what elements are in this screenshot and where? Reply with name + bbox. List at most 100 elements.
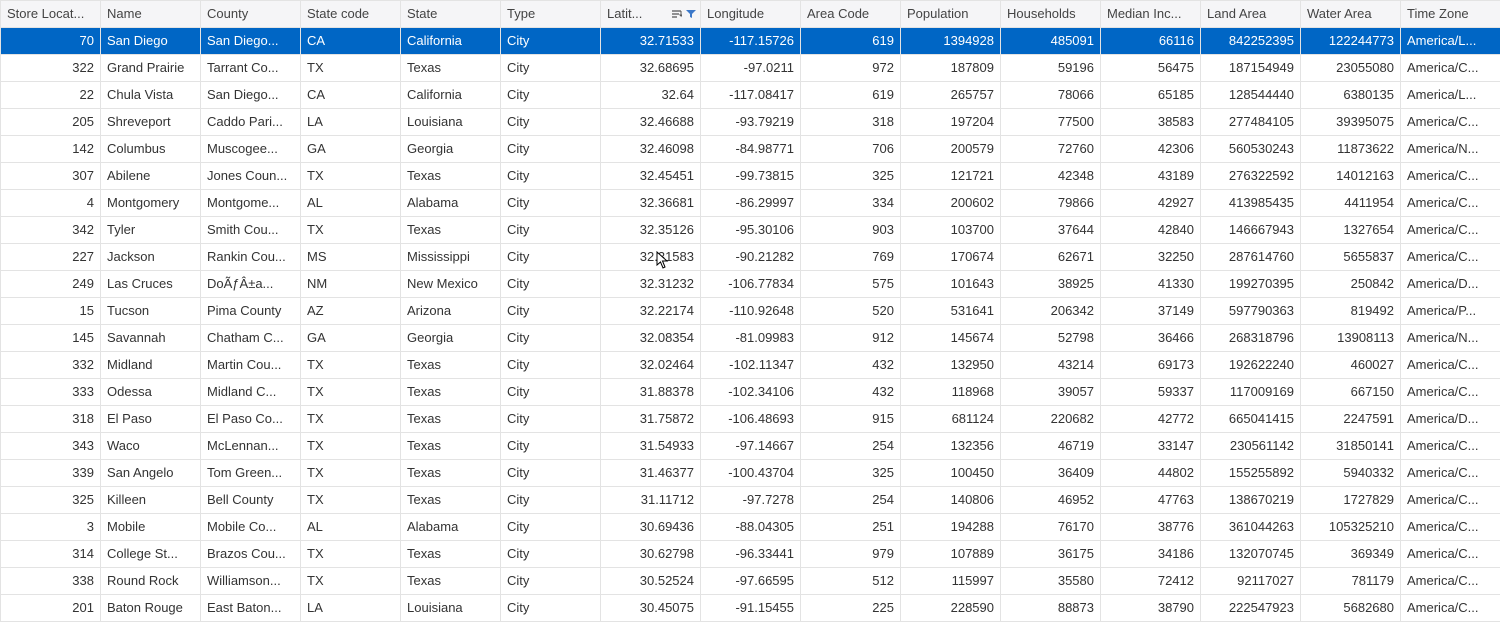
- cell-stcode[interactable]: TX: [301, 163, 401, 190]
- cell-lat[interactable]: 31.11712: [601, 487, 701, 514]
- cell-hh[interactable]: 36175: [1001, 541, 1101, 568]
- cell-lon[interactable]: -97.0211: [701, 55, 801, 82]
- cell-lat[interactable]: 31.54933: [601, 433, 701, 460]
- table-row[interactable]: 227JacksonRankin Cou...MSMississippiCity…: [1, 244, 1500, 271]
- cell-type[interactable]: City: [501, 433, 601, 460]
- table-row[interactable]: 339San AngeloTom Green...TXTexasCity31.4…: [1, 460, 1500, 487]
- cell-lat[interactable]: 32.68695: [601, 55, 701, 82]
- cell-water[interactable]: 6380135: [1301, 82, 1401, 109]
- cell-water[interactable]: 122244773: [1301, 28, 1401, 55]
- cell-stcode[interactable]: TX: [301, 379, 401, 406]
- cell-tz[interactable]: America/N...: [1401, 325, 1500, 352]
- cell-store[interactable]: 314: [1, 541, 101, 568]
- cell-water[interactable]: 23055080: [1301, 55, 1401, 82]
- cell-inc[interactable]: 42306: [1101, 136, 1201, 163]
- cell-land[interactable]: 597790363: [1201, 298, 1301, 325]
- cell-county[interactable]: Martin Cou...: [201, 352, 301, 379]
- cell-type[interactable]: City: [501, 595, 601, 622]
- cell-water[interactable]: 819492: [1301, 298, 1401, 325]
- cell-lon[interactable]: -86.29997: [701, 190, 801, 217]
- table-row[interactable]: 3MobileMobile Co...ALAlabamaCity30.69436…: [1, 514, 1500, 541]
- cell-county[interactable]: Brazos Cou...: [201, 541, 301, 568]
- table-row[interactable]: 307AbileneJones Coun...TXTexasCity32.454…: [1, 163, 1500, 190]
- cell-store[interactable]: 249: [1, 271, 101, 298]
- cell-stcode[interactable]: AL: [301, 514, 401, 541]
- cell-land[interactable]: 361044263: [1201, 514, 1301, 541]
- cell-hh[interactable]: 59196: [1001, 55, 1101, 82]
- cell-state[interactable]: Texas: [401, 568, 501, 595]
- cell-inc[interactable]: 42840: [1101, 217, 1201, 244]
- cell-stcode[interactable]: TX: [301, 433, 401, 460]
- cell-type[interactable]: City: [501, 109, 601, 136]
- cell-tz[interactable]: America/N...: [1401, 136, 1500, 163]
- cell-type[interactable]: City: [501, 190, 601, 217]
- cell-pop[interactable]: 121721: [901, 163, 1001, 190]
- column-header-state[interactable]: State: [401, 1, 501, 28]
- cell-type[interactable]: City: [501, 352, 601, 379]
- cell-lat[interactable]: 32.71533: [601, 28, 701, 55]
- cell-hh[interactable]: 485091: [1001, 28, 1101, 55]
- cell-lon[interactable]: -106.77834: [701, 271, 801, 298]
- cell-inc[interactable]: 59337: [1101, 379, 1201, 406]
- cell-tz[interactable]: America/L...: [1401, 82, 1500, 109]
- column-header-inc[interactable]: Median Inc...: [1101, 1, 1201, 28]
- cell-store[interactable]: 145: [1, 325, 101, 352]
- cell-store[interactable]: 333: [1, 379, 101, 406]
- cell-lon[interactable]: -90.21282: [701, 244, 801, 271]
- cell-stcode[interactable]: TX: [301, 460, 401, 487]
- cell-state[interactable]: Texas: [401, 487, 501, 514]
- cell-land[interactable]: 277484105: [1201, 109, 1301, 136]
- cell-pop[interactable]: 187809: [901, 55, 1001, 82]
- cell-name[interactable]: Mobile: [101, 514, 201, 541]
- cell-county[interactable]: Bell County: [201, 487, 301, 514]
- cell-water[interactable]: 5682680: [1301, 595, 1401, 622]
- cell-area[interactable]: 972: [801, 55, 901, 82]
- cell-stcode[interactable]: NM: [301, 271, 401, 298]
- cell-inc[interactable]: 38790: [1101, 595, 1201, 622]
- cell-lon[interactable]: -117.08417: [701, 82, 801, 109]
- cell-type[interactable]: City: [501, 271, 601, 298]
- cell-county[interactable]: Williamson...: [201, 568, 301, 595]
- cell-county[interactable]: Chatham C...: [201, 325, 301, 352]
- cell-stcode[interactable]: LA: [301, 595, 401, 622]
- cell-county[interactable]: Tom Green...: [201, 460, 301, 487]
- cell-area[interactable]: 706: [801, 136, 901, 163]
- cell-state[interactable]: Arizona: [401, 298, 501, 325]
- cell-state[interactable]: Georgia: [401, 325, 501, 352]
- cell-state[interactable]: New Mexico: [401, 271, 501, 298]
- cell-stcode[interactable]: TX: [301, 55, 401, 82]
- cell-inc[interactable]: 41330: [1101, 271, 1201, 298]
- column-header-hh[interactable]: Households: [1001, 1, 1101, 28]
- cell-tz[interactable]: America/C...: [1401, 433, 1500, 460]
- cell-tz[interactable]: America/D...: [1401, 406, 1500, 433]
- cell-area[interactable]: 769: [801, 244, 901, 271]
- cell-inc[interactable]: 66116: [1101, 28, 1201, 55]
- cell-name[interactable]: Grand Prairie: [101, 55, 201, 82]
- cell-state[interactable]: Texas: [401, 379, 501, 406]
- cell-county[interactable]: McLennan...: [201, 433, 301, 460]
- cell-water[interactable]: 5655837: [1301, 244, 1401, 271]
- cell-state[interactable]: Texas: [401, 55, 501, 82]
- cell-tz[interactable]: America/C...: [1401, 55, 1500, 82]
- cell-water[interactable]: 369349: [1301, 541, 1401, 568]
- cell-store[interactable]: 22: [1, 82, 101, 109]
- cell-tz[interactable]: America/C...: [1401, 595, 1500, 622]
- cell-store[interactable]: 322: [1, 55, 101, 82]
- cell-store[interactable]: 227: [1, 244, 101, 271]
- cell-land[interactable]: 222547923: [1201, 595, 1301, 622]
- cell-area[interactable]: 334: [801, 190, 901, 217]
- cell-water[interactable]: 5940332: [1301, 460, 1401, 487]
- cell-hh[interactable]: 46952: [1001, 487, 1101, 514]
- cell-stcode[interactable]: AZ: [301, 298, 401, 325]
- cell-water[interactable]: 460027: [1301, 352, 1401, 379]
- cell-stcode[interactable]: CA: [301, 82, 401, 109]
- cell-land[interactable]: 276322592: [1201, 163, 1301, 190]
- cell-stcode[interactable]: GA: [301, 325, 401, 352]
- cell-land[interactable]: 187154949: [1201, 55, 1301, 82]
- cell-water[interactable]: 13908113: [1301, 325, 1401, 352]
- cell-water[interactable]: 14012163: [1301, 163, 1401, 190]
- cell-lat[interactable]: 32.08354: [601, 325, 701, 352]
- cell-water[interactable]: 667150: [1301, 379, 1401, 406]
- cell-land[interactable]: 665041415: [1201, 406, 1301, 433]
- cell-inc[interactable]: 72412: [1101, 568, 1201, 595]
